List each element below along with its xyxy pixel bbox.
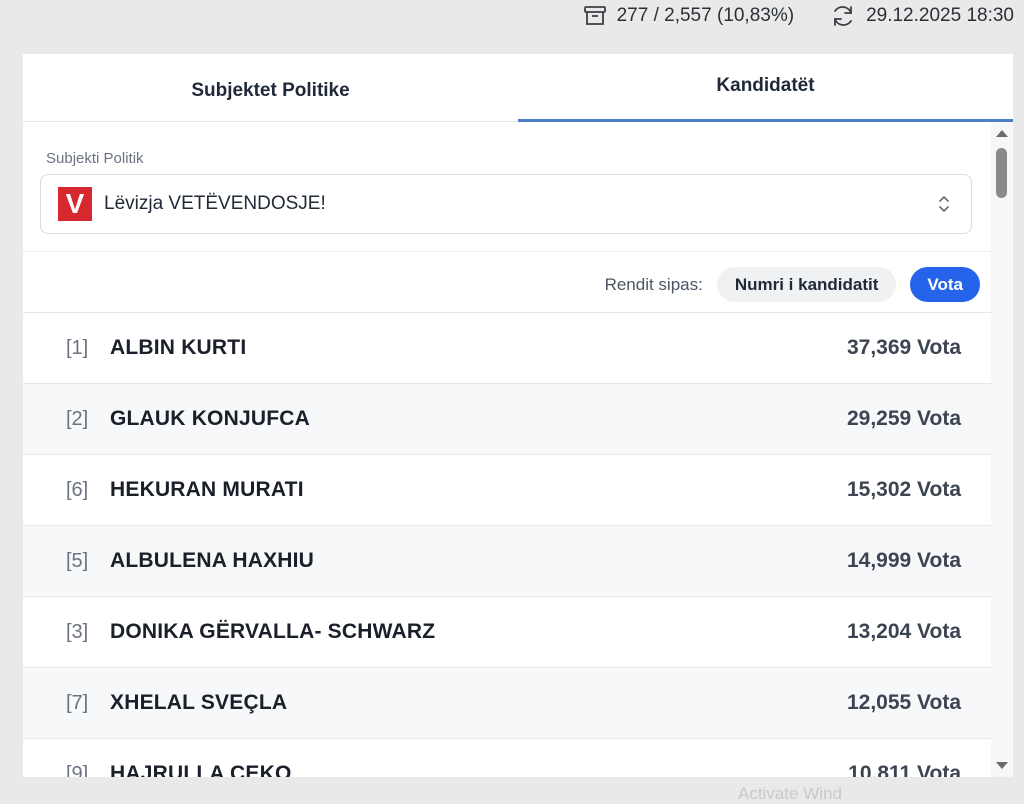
candidate-row[interactable]: [6] HEKURAN MURATI 15,302 Vota <box>23 455 991 526</box>
tab-label: Subjektet Politike <box>191 79 350 101</box>
sort-by-votes-button[interactable]: Vota <box>910 267 980 302</box>
tab-kandidatet[interactable]: Kandidatët <box>518 54 1013 122</box>
sort-controls: Rendit sipas: Numri i kandidatit Vota <box>605 267 980 302</box>
tab-subjektet-politike[interactable]: Subjektet Politike <box>23 54 518 121</box>
candidate-row[interactable]: [3] DONIKA GËRVALLA- SCHWARZ 13,204 Vota <box>23 597 991 668</box>
candidate-name: XHELAL SVEÇLA <box>110 691 288 714</box>
candidate-votes: 12,055 Vota <box>846 691 961 714</box>
candidate-votes: 14,999 Vota <box>846 549 961 572</box>
chevron-up-down-icon <box>937 192 951 221</box>
candidate-name: ALBULENA HAXHIU <box>110 549 315 572</box>
candidate-votes: 13,204 Vota <box>846 620 961 643</box>
candidate-name: GLAUK KONJUFCA <box>110 407 310 430</box>
activate-windows-watermark: Activate Wind <box>738 784 842 803</box>
refresh-icon[interactable] <box>830 4 856 28</box>
count-text: 277 / 2,557 (10,83%) <box>616 5 795 26</box>
candidate-name: ALBIN KURTI <box>110 336 247 359</box>
candidate-row[interactable]: [9] HAJRULLA CEKO 10,811 Vota <box>23 739 991 777</box>
sort-by-number-button[interactable]: Numri i kandidatit <box>716 267 897 302</box>
candidate-number: [3] <box>66 620 89 643</box>
candidate-votes: 37,369 Vota <box>846 336 961 359</box>
candidate-votes: 29,259 Vota <box>846 407 961 430</box>
candidate-number: [2] <box>66 407 89 430</box>
status-bar: 277 / 2,557 (10,83%) 29.12.2025 18:30 <box>583 0 1014 32</box>
candidate-votes: 10,811 Vota <box>848 762 961 777</box>
candidate-number: [7] <box>66 691 89 714</box>
candidate-list: [1] ALBIN KURTI 37,369 Vota [2] GLAUK KO… <box>23 313 991 777</box>
datetime-text: 29.12.2025 18:30 <box>866 5 1014 26</box>
scroll-down-arrow-icon[interactable] <box>996 762 1008 769</box>
candidate-votes: 15,302 Vota <box>846 478 961 501</box>
tab-label: Kandidatët <box>716 74 815 96</box>
candidates-panel: Subjekti Politik V Lëvizja VETËVENDOSJE!… <box>23 122 991 777</box>
last-update: 29.12.2025 18:30 <box>830 4 1014 28</box>
party-select-label: Subjekti Politik <box>46 150 144 167</box>
candidate-number: [5] <box>66 549 89 572</box>
candidate-name: DONIKA GËRVALLA- SCHWARZ <box>110 620 436 643</box>
candidate-number: [6] <box>66 478 89 501</box>
candidate-number: [1] <box>66 336 89 359</box>
divider <box>23 251 991 252</box>
candidate-number: [9] <box>66 762 89 778</box>
party-select-value: Lëvizja VETËVENDOSJE! <box>104 193 326 214</box>
counted-stations: 277 / 2,557 (10,83%) <box>583 5 794 27</box>
tab-bar: Subjektet Politike Kandidatët <box>23 54 1013 122</box>
results-card: Subjektet Politike Kandidatët Subjekti P… <box>23 54 1013 777</box>
candidate-row[interactable]: [7] XHELAL SVEÇLA 12,055 Vota <box>23 668 991 739</box>
scroll-up-arrow-icon[interactable] <box>996 130 1008 137</box>
candidate-row[interactable]: [5] ALBULENA HAXHIU 14,999 Vota <box>23 526 991 597</box>
vertical-scrollbar[interactable] <box>991 122 1013 777</box>
archive-box-icon <box>583 5 607 27</box>
sort-label: Rendit sipas: <box>604 274 703 294</box>
scrollbar-thumb[interactable] <box>996 148 1007 198</box>
party-logo: V <box>58 187 92 221</box>
candidate-name: HAJRULLA CEKO <box>110 762 292 777</box>
candidate-row[interactable]: [1] ALBIN KURTI 37,369 Vota <box>23 313 991 384</box>
candidate-row[interactable]: [2] GLAUK KONJUFCA 29,259 Vota <box>23 384 991 455</box>
candidate-name: HEKURAN MURATI <box>110 478 304 501</box>
party-select[interactable]: V Lëvizja VETËVENDOSJE! <box>40 174 972 234</box>
